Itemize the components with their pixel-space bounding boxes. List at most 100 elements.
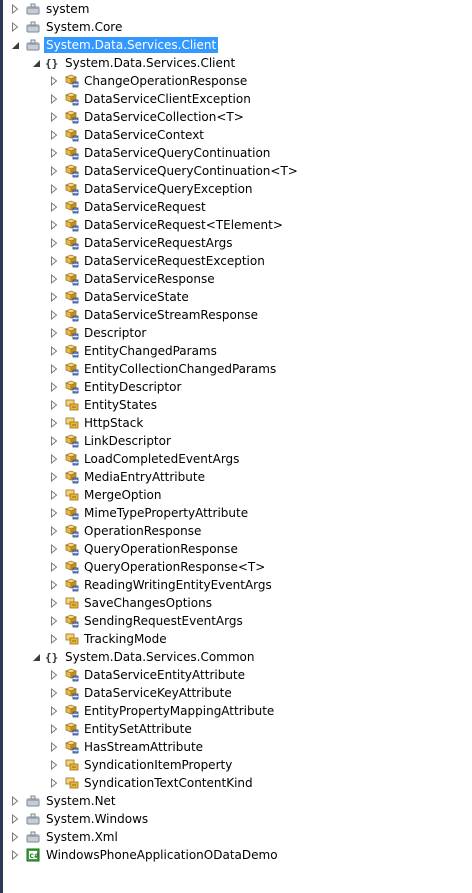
expand-arrow-icon[interactable] — [9, 792, 21, 810]
tree-node-dataservicekeyattribute[interactable]: DataServiceKeyAttribute — [3, 684, 472, 702]
tree-node-dataserviceentityattribute[interactable]: DataServiceEntityAttribute — [3, 666, 472, 684]
collapse-arrow-icon[interactable] — [9, 36, 21, 54]
tree-node-label[interactable]: DataServiceContext — [82, 127, 206, 143]
expand-arrow-icon[interactable] — [9, 810, 21, 828]
expand-arrow-icon[interactable] — [48, 504, 60, 522]
tree-node-label[interactable]: ChangeOperationResponse — [82, 73, 249, 89]
tree-node-entitypropertymappingattribute[interactable]: EntityPropertyMappingAttribute — [3, 702, 472, 720]
tree-node-label[interactable]: EntityStates — [82, 397, 159, 413]
expand-arrow-icon[interactable] — [48, 432, 60, 450]
tree-node-label[interactable]: MimeTypePropertyAttribute — [82, 505, 250, 521]
tree-node-readingwritingentityeventargs[interactable]: ReadingWritingEntityEventArgs — [3, 576, 472, 594]
tree-node-dataserviceresponse[interactable]: DataServiceResponse — [3, 270, 472, 288]
tree-node-label[interactable]: MediaEntryAttribute — [82, 469, 207, 485]
expand-arrow-icon[interactable] — [48, 396, 60, 414]
tree-node-label[interactable]: Descriptor — [82, 325, 148, 341]
object-browser-tree[interactable]: system System.Core System.Data.Services.Cl… — [3, 0, 472, 864]
expand-arrow-icon[interactable] — [48, 558, 60, 576]
tree-node-label[interactable]: LoadCompletedEventArgs — [82, 451, 241, 467]
expand-arrow-icon[interactable] — [48, 612, 60, 630]
expand-arrow-icon[interactable] — [48, 738, 60, 756]
tree-node-label[interactable]: DataServiceRequestArgs — [82, 235, 235, 251]
tree-node-hasstreamattribute[interactable]: HasStreamAttribute — [3, 738, 472, 756]
expand-arrow-icon[interactable] — [48, 216, 60, 234]
tree-node-label[interactable]: EntityDescriptor — [82, 379, 183, 395]
tree-node-label[interactable]: QueryOperationResponse — [82, 541, 240, 557]
tree-node-label[interactable]: EntitySetAttribute — [82, 721, 194, 737]
tree-node-system[interactable]: system — [3, 0, 472, 18]
expand-arrow-icon[interactable] — [48, 252, 60, 270]
expand-arrow-icon[interactable] — [48, 360, 60, 378]
expand-arrow-icon[interactable] — [48, 522, 60, 540]
tree-node-label[interactable]: DataServiceQueryContinuation<T> — [82, 163, 300, 179]
tree-node-label[interactable]: SaveChangesOptions — [82, 595, 214, 611]
expand-arrow-icon[interactable] — [9, 846, 21, 864]
tree-node-label[interactable]: SyndicationTextContentKind — [82, 775, 255, 791]
tree-node-label[interactable]: OperationResponse — [82, 523, 203, 539]
collapse-arrow-icon[interactable] — [30, 54, 42, 72]
expand-arrow-icon[interactable] — [48, 126, 60, 144]
tree-node-label[interactable]: DataServiceState — [82, 289, 191, 305]
tree-node-label[interactable]: WindowsPhoneApplicationODataDemo — [44, 847, 280, 863]
expand-arrow-icon[interactable] — [48, 630, 60, 648]
expand-arrow-icon[interactable] — [48, 450, 60, 468]
expand-arrow-icon[interactable] — [48, 756, 60, 774]
tree-node-system-core[interactable]: System.Core — [3, 18, 472, 36]
tree-node-dataservicestreamresponse[interactable]: DataServiceStreamResponse — [3, 306, 472, 324]
expand-arrow-icon[interactable] — [48, 720, 60, 738]
tree-node-label[interactable]: LinkDescriptor — [82, 433, 173, 449]
expand-arrow-icon[interactable] — [9, 828, 21, 846]
tree-node-operationresponse[interactable]: OperationResponse — [3, 522, 472, 540]
expand-arrow-icon[interactable] — [48, 144, 60, 162]
tree-node-dataservicestate[interactable]: DataServiceState — [3, 288, 472, 306]
expand-arrow-icon[interactable] — [48, 378, 60, 396]
tree-node-label[interactable]: DataServiceStreamResponse — [82, 307, 260, 323]
tree-node-label[interactable]: MergeOption — [82, 487, 164, 503]
tree-node-system-data-services-client[interactable]: {} System.Data.Services.Client — [3, 54, 472, 72]
expand-arrow-icon[interactable] — [48, 342, 60, 360]
expand-arrow-icon[interactable] — [48, 108, 60, 126]
tree-node-label[interactable]: System.Core — [44, 19, 124, 35]
tree-node-label[interactable]: system — [44, 1, 91, 17]
expand-arrow-icon[interactable] — [48, 72, 60, 90]
tree-node-label[interactable]: System.Windows — [44, 811, 150, 827]
tree-node-label[interactable]: DataServiceQueryContinuation — [82, 145, 272, 161]
tree-node-entitystates[interactable]: EntityStates — [3, 396, 472, 414]
expand-arrow-icon[interactable] — [48, 702, 60, 720]
expand-arrow-icon[interactable] — [48, 180, 60, 198]
tree-node-sendingrequesteventargs[interactable]: SendingRequestEventArgs — [3, 612, 472, 630]
tree-node-loadcompletedeventargs[interactable]: LoadCompletedEventArgs — [3, 450, 472, 468]
expand-arrow-icon[interactable] — [48, 162, 60, 180]
tree-node-windowsphoneapplicationodatademo[interactable]: C# WindowsPhoneApplicationODataDemo — [3, 846, 472, 864]
tree-node-system-data-services-common[interactable]: {} System.Data.Services.Common — [3, 648, 472, 666]
tree-node-mediaentryattribute[interactable]: MediaEntryAttribute — [3, 468, 472, 486]
expand-arrow-icon[interactable] — [48, 270, 60, 288]
tree-node-label[interactable]: DataServiceRequestException — [82, 253, 267, 269]
tree-node-label[interactable]: DataServiceRequest — [82, 199, 208, 215]
tree-node-mergeoption[interactable]: MergeOption — [3, 486, 472, 504]
tree-node-label[interactable]: HttpStack — [82, 415, 145, 431]
tree-node-httpstack[interactable]: HttpStack — [3, 414, 472, 432]
tree-node-descriptor[interactable]: Descriptor — [3, 324, 472, 342]
tree-node-dataservicecollection-t[interactable]: DataServiceCollection<T> — [3, 108, 472, 126]
tree-node-entitydescriptor[interactable]: EntityDescriptor — [3, 378, 472, 396]
expand-arrow-icon[interactable] — [48, 288, 60, 306]
expand-arrow-icon[interactable] — [48, 486, 60, 504]
tree-node-label[interactable]: SendingRequestEventArgs — [82, 613, 245, 629]
tree-node-label[interactable]: QueryOperationResponse<T> — [82, 559, 267, 575]
tree-node-entitychangedparams[interactable]: EntityChangedParams — [3, 342, 472, 360]
tree-node-label[interactable]: DataServiceQueryException — [82, 181, 255, 197]
tree-node-dataservicerequestargs[interactable]: DataServiceRequestArgs — [3, 234, 472, 252]
expand-arrow-icon[interactable] — [48, 468, 60, 486]
tree-node-label[interactable]: System.Net — [44, 793, 118, 809]
expand-arrow-icon[interactable] — [48, 90, 60, 108]
tree-node-label[interactable]: DataServiceEntityAttribute — [82, 667, 247, 683]
expand-arrow-icon[interactable] — [48, 414, 60, 432]
tree-node-label[interactable]: DataServiceRequest<TElement> — [82, 217, 285, 233]
tree-node-syndicationtextcontentkind[interactable]: SyndicationTextContentKind — [3, 774, 472, 792]
tree-node-syndicationitemproperty[interactable]: SyndicationItemProperty — [3, 756, 472, 774]
tree-node-dataservicerequest-telement[interactable]: DataServiceRequest<TElement> — [3, 216, 472, 234]
tree-node-queryoperationresponse[interactable]: QueryOperationResponse — [3, 540, 472, 558]
tree-node-label[interactable]: HasStreamAttribute — [82, 739, 205, 755]
expand-arrow-icon[interactable] — [48, 324, 60, 342]
